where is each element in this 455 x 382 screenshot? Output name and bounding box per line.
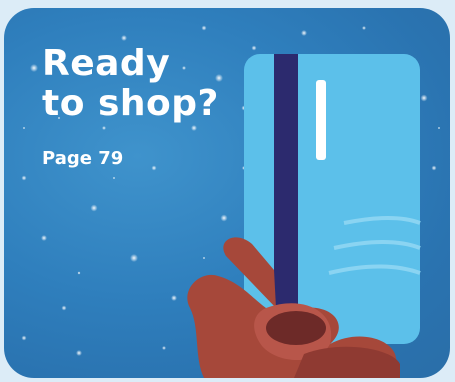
promo-tile[interactable]: Ready to shop? Page 79	[4, 8, 450, 378]
promo-frame: Ready to shop? Page 79	[0, 0, 455, 382]
card-in-hand-illustration	[187, 54, 421, 378]
